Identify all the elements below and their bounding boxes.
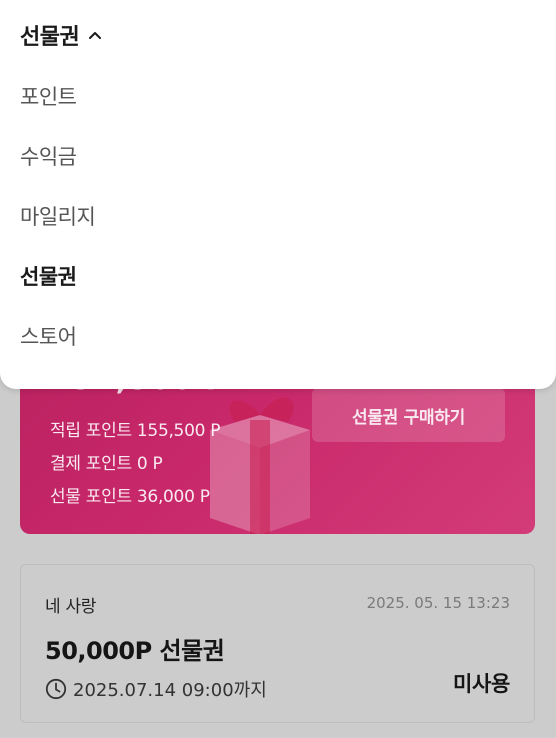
buy-gift-card-button[interactable]: 선물권 구매하기 xyxy=(312,388,505,442)
clock-icon xyxy=(45,678,67,700)
dropdown-item-earnings[interactable]: 수익금 xyxy=(20,139,320,173)
dropdown-item-mileage[interactable]: 마일리지 xyxy=(20,199,320,233)
dropdown-item-store[interactable]: 스토어 xyxy=(20,319,320,353)
gift-expiry-text: 2025.07.14 09:00까지 xyxy=(73,680,267,701)
gift-status-badge: 미사용 xyxy=(452,672,510,696)
gift-title: 50,000P 선물권 xyxy=(45,637,225,665)
gift-card-item[interactable]: 네 사랑 2025. 05. 15 13:23 50,000P 선물권 2025… xyxy=(20,564,535,723)
gift-sender: 네 사랑 xyxy=(45,597,97,617)
gift-received-date: 2025. 05. 15 13:23 xyxy=(366,594,510,612)
dropdown-toggle[interactable]: 선물권 xyxy=(20,18,103,52)
gift-expiry: 2025.07.14 09:00까지 xyxy=(45,676,267,702)
dropdown-selected-label: 선물권 xyxy=(20,25,80,50)
dropdown-item-points[interactable]: 포인트 xyxy=(20,79,320,113)
gift-points: 선물 포인트 36,000 P xyxy=(50,487,210,507)
chevron-up-icon xyxy=(89,32,102,39)
dropdown-item-gift-card[interactable]: 선물권 xyxy=(20,259,320,293)
category-dropdown: 선물권 포인트 수익금 마일리지 선물권 스토어 xyxy=(0,0,556,389)
paid-points: 결제 포인트 0 P xyxy=(50,454,163,474)
earned-points: 적립 포인트 155,500 P xyxy=(50,421,221,441)
